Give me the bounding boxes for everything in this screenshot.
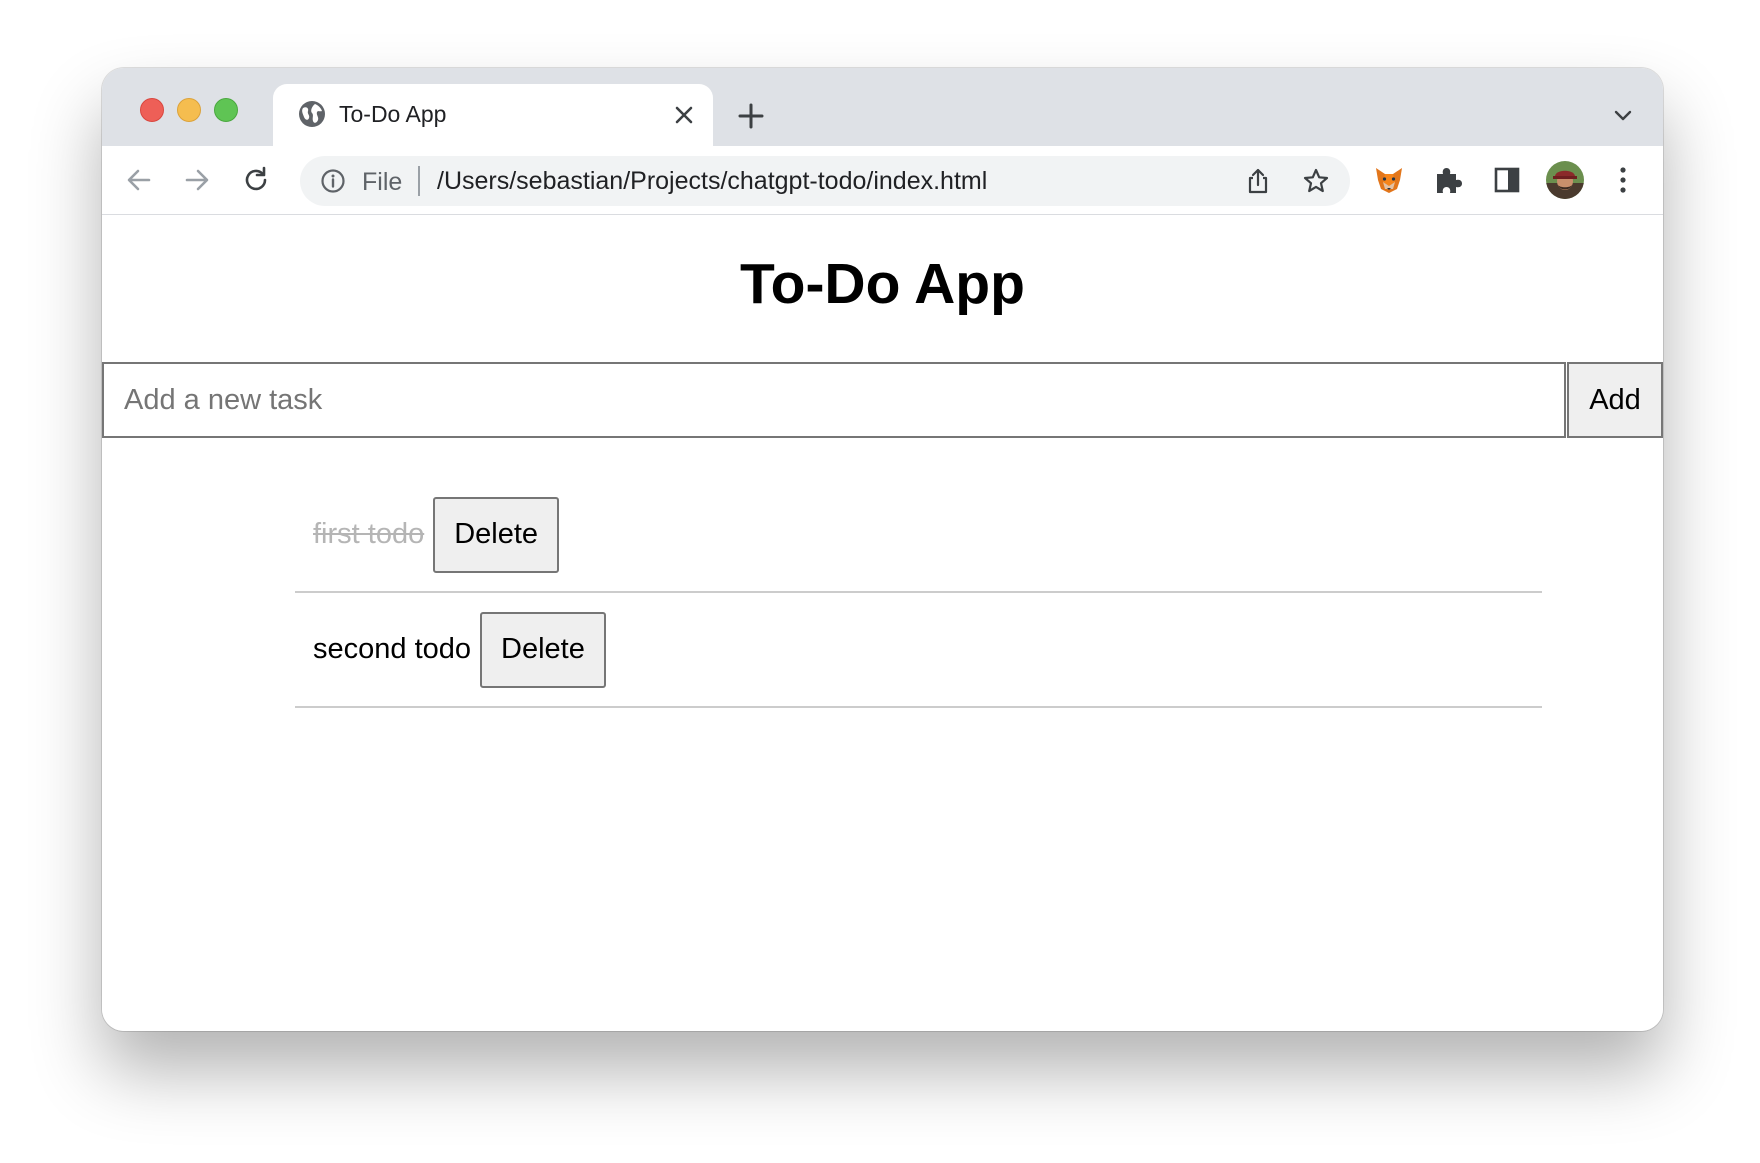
window-minimize-button[interactable] (177, 98, 201, 122)
delete-button[interactable]: Delete (433, 496, 560, 573)
reload-icon[interactable] (241, 165, 271, 195)
plus-icon[interactable] (736, 101, 766, 131)
browser-toolbar: File /Users/sebastian/Projects/chatgpt-t… (102, 146, 1663, 215)
page-title: To-Do App (740, 252, 1025, 316)
avatar[interactable] (1546, 161, 1584, 199)
todo-list: first todo Delete second todo Delete (295, 478, 1542, 708)
url-text[interactable]: /Users/sebastian/Projects/chatgpt-todo/i… (437, 167, 987, 196)
fox-extension-icon[interactable] (1373, 164, 1405, 196)
scheme-label: File (362, 168, 403, 196)
globe-icon (299, 101, 325, 127)
tab-strip: To-Do App (102, 68, 1663, 146)
info-icon[interactable] (320, 168, 346, 194)
add-button[interactable]: Add (1567, 362, 1663, 438)
window-close-button[interactable] (140, 98, 164, 122)
chevron-down-icon[interactable] (1611, 103, 1635, 127)
side-panel-icon[interactable] (1491, 164, 1523, 196)
todo-text[interactable]: first todo (313, 518, 424, 551)
todo-item: first todo Delete (295, 478, 1542, 593)
arrow-right-icon[interactable] (182, 165, 212, 195)
close-icon[interactable] (671, 102, 697, 128)
todo-text[interactable]: second todo (313, 633, 471, 666)
new-task-input[interactable] (102, 362, 1566, 438)
tab-todo-app[interactable]: To-Do App (273, 84, 713, 146)
omnibox-divider (418, 166, 420, 196)
star-icon[interactable] (1302, 167, 1330, 195)
tab-title: To-Do App (339, 101, 447, 127)
delete-button[interactable]: Delete (480, 611, 606, 688)
window-zoom-button[interactable] (214, 98, 238, 122)
puzzle-icon[interactable] (1432, 164, 1464, 196)
browser-window: To-Do App File /Users/sebastian/Projects… (102, 68, 1663, 1031)
kebab-menu-icon[interactable] (1617, 165, 1629, 195)
share-icon[interactable] (1244, 167, 1272, 195)
avatar-image (1546, 161, 1584, 199)
todo-item: second todo Delete (295, 593, 1542, 708)
address-bar[interactable]: File /Users/sebastian/Projects/chatgpt-t… (300, 156, 1350, 206)
page-content: To-Do App Add first todo Delete second t… (102, 215, 1663, 1031)
arrow-left-icon[interactable] (124, 165, 154, 195)
